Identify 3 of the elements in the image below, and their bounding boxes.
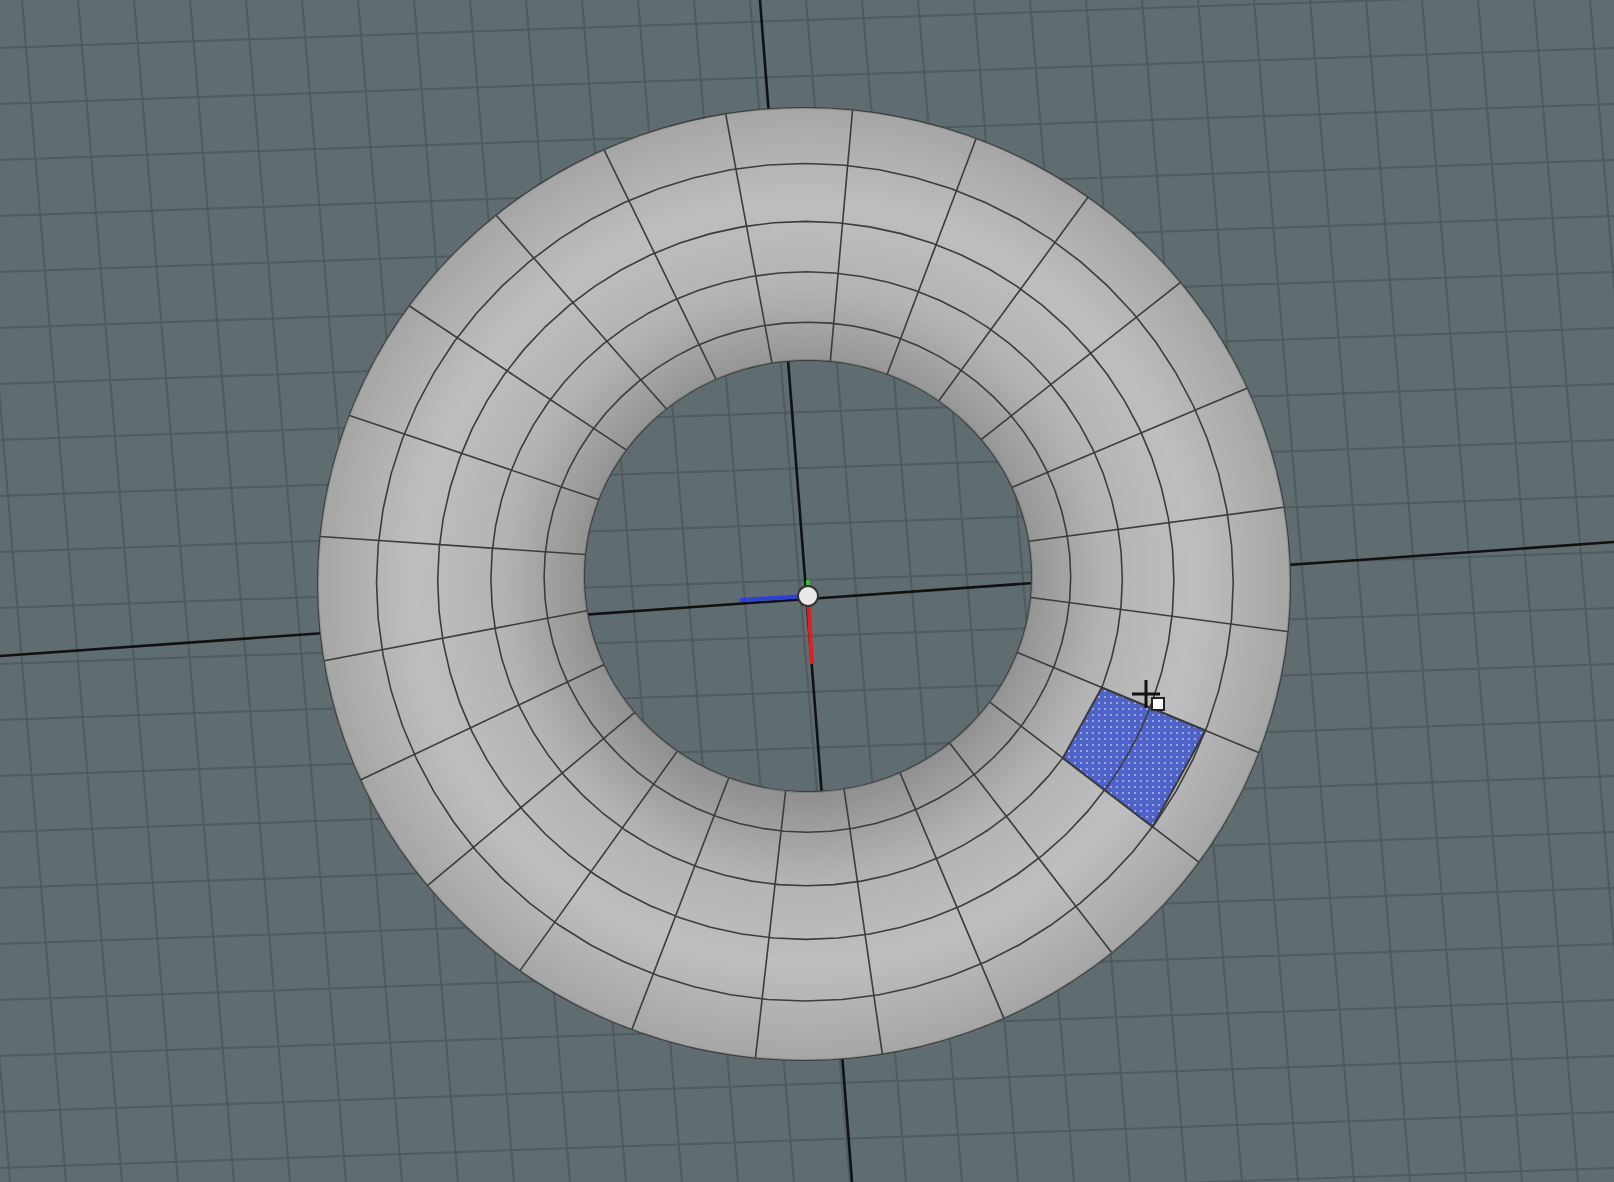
selected-face[interactable] — [1061, 686, 1207, 829]
transform-gizmo-icon[interactable] — [739, 580, 819, 665]
cursor-icon — [1130, 678, 1165, 711]
